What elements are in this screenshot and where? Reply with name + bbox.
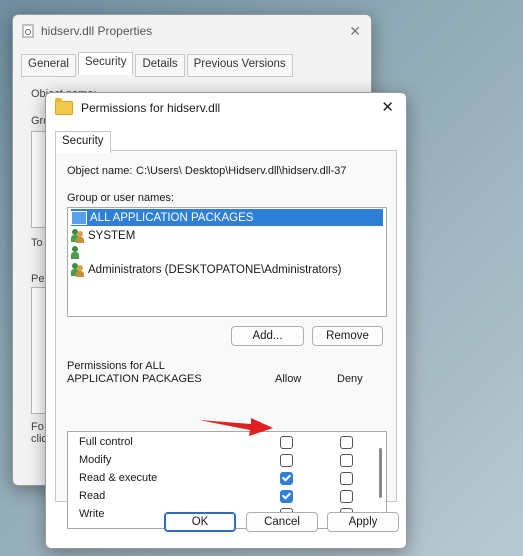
back-for-label: Fo xyxy=(31,421,44,433)
cancel-button[interactable]: Cancel xyxy=(246,512,318,532)
allow-column-header: Allow xyxy=(275,373,302,385)
object-name-value: C:\Users\ Desktop\Hidserv.dll\hidserv.dl… xyxy=(136,165,347,177)
users-icon xyxy=(71,228,85,243)
user-name: Administrators (DESKTOPATONE\Administrat… xyxy=(88,263,342,276)
permissions-for-label-line2: APPLICATION PACKAGES xyxy=(67,373,202,385)
allow-checkbox[interactable] xyxy=(280,490,293,503)
tab-security[interactable]: Security xyxy=(55,131,111,153)
back-to-label: To xyxy=(31,237,43,249)
perm-name: Write xyxy=(79,508,105,520)
deny-checkbox[interactable] xyxy=(340,490,353,503)
users-icon xyxy=(71,262,85,277)
perm-name: Read xyxy=(79,490,106,502)
close-icon[interactable]: ✕ xyxy=(349,23,361,40)
perm-row-modify: Modify xyxy=(68,451,368,469)
package-icon xyxy=(71,210,87,225)
user-row-redacted[interactable] xyxy=(71,244,88,261)
deny-checkbox[interactable] xyxy=(340,472,353,485)
permissions-title: Permissions for hidserv.dll xyxy=(81,101,221,115)
object-name-label: Object name: xyxy=(67,165,133,177)
remove-button[interactable]: Remove xyxy=(312,326,383,346)
apply-button[interactable]: Apply xyxy=(327,512,399,532)
allow-checkbox[interactable] xyxy=(280,472,293,485)
add-button[interactable]: Add... xyxy=(231,326,304,346)
user-icon xyxy=(71,245,85,260)
group-names-label: Group or user names: xyxy=(67,192,174,204)
folder-icon xyxy=(55,98,73,115)
permissions-dialog: Permissions for hidserv.dll ✕ Security O… xyxy=(45,92,407,549)
permissions-for-label-line1: Permissions for ALL xyxy=(67,360,165,372)
annotation-arrow-icon xyxy=(199,418,273,436)
tab-security[interactable]: Security xyxy=(77,52,134,75)
perm-row-read-execute: Read & execute xyxy=(68,469,368,487)
properties-title: hidserv.dll Properties xyxy=(41,24,153,38)
dll-file-icon xyxy=(22,24,34,38)
tab-details[interactable]: Details xyxy=(135,54,185,77)
close-icon[interactable]: ✕ xyxy=(381,98,394,116)
allow-checkbox[interactable] xyxy=(280,454,293,467)
perm-row-read: Read xyxy=(68,487,368,505)
user-row-system[interactable]: SYSTEM xyxy=(71,227,135,244)
deny-checkbox[interactable] xyxy=(340,436,353,449)
tab-general[interactable]: General xyxy=(21,54,76,77)
user-name: SYSTEM xyxy=(88,229,136,242)
tab-previous-versions[interactable]: Previous Versions xyxy=(186,54,293,77)
user-row-all-application-packages[interactable]: ALL APPLICATION PACKAGES xyxy=(70,208,384,227)
user-name: ALL APPLICATION PACKAGES xyxy=(90,211,254,224)
properties-titlebar: hidserv.dll Properties xyxy=(13,15,371,47)
scrollbar[interactable] xyxy=(379,448,382,498)
perm-name: Modify xyxy=(79,454,112,466)
ok-button[interactable]: OK xyxy=(164,512,236,532)
security-panel: Object name: C:\Users\ Desktop\Hidserv.d… xyxy=(55,150,397,529)
deny-column-header: Deny xyxy=(337,373,363,385)
properties-tabs: General Security Details Previous Versio… xyxy=(21,52,293,77)
allow-checkbox[interactable] xyxy=(280,436,293,449)
user-row-administrators[interactable]: Administrators (DESKTOPATONE\Administrat… xyxy=(71,261,341,278)
back-perm-label: Pe xyxy=(31,273,45,285)
permissions-titlebar: Permissions for hidserv.dll xyxy=(46,93,406,123)
deny-checkbox[interactable] xyxy=(340,454,353,467)
perm-name: Full control xyxy=(79,436,133,448)
group-list[interactable]: ALL APPLICATION PACKAGES SYSTEM Administ… xyxy=(67,207,387,317)
perm-name: Read & execute xyxy=(79,472,158,484)
